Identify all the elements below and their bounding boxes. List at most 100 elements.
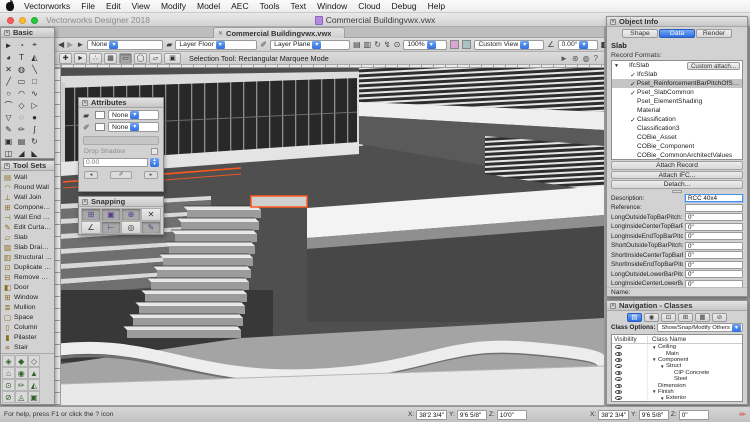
basic-tool-icon[interactable]: ◠ — [15, 87, 28, 99]
field-input[interactable]: 0" — [685, 270, 743, 278]
attr-next-button[interactable]: ▸ — [144, 171, 158, 179]
menu-item[interactable]: Window — [317, 1, 347, 11]
magnifier-icon[interactable]: ⊙ — [394, 40, 401, 50]
basic-tool-icon[interactable]: ◫ — [2, 147, 15, 159]
menu-item[interactable]: Modify — [161, 1, 186, 11]
modebar-icon[interactable]: ? — [594, 54, 598, 63]
menu-item[interactable]: Edit — [106, 1, 121, 11]
y-coordinate-field[interactable]: 9'6 5/8" — [457, 410, 487, 420]
visibility-eye-icon[interactable] — [615, 345, 622, 349]
basic-tool-icon[interactable]: ∿ — [28, 87, 41, 99]
record-format-row[interactable]: ▼ ✓ Material — [612, 106, 742, 115]
basic-tool-icon[interactable]: ● — [28, 111, 41, 123]
close-icon[interactable]: ✕ — [610, 19, 616, 25]
field-input[interactable]: RCC 40x4 — [685, 194, 743, 202]
field-input[interactable]: 0" — [685, 280, 743, 287]
visibility-eye-icon[interactable] — [615, 390, 622, 394]
nav-tab-references-icon[interactable]: ⊘ — [712, 313, 727, 322]
toolset-item[interactable]: ≡ Stair — [1, 342, 54, 352]
object-info-tab[interactable]: Data — [659, 29, 695, 38]
z-coordinate-field[interactable]: 10'0" — [497, 410, 527, 420]
layers-icon[interactable]: ▥ — [364, 40, 372, 50]
snap-toggle-icon[interactable]: ⊞ — [81, 208, 101, 221]
basic-tool-icon[interactable]: ◢ — [15, 147, 28, 159]
basic-tool-icon[interactable]: ► — [2, 39, 15, 51]
field-input[interactable]: 0" — [685, 251, 743, 259]
visibility-eye-icon[interactable] — [615, 364, 622, 368]
toolset-category-icon[interactable]: ✏ — [15, 379, 28, 391]
toolset-category-icon[interactable]: ⌂ — [2, 367, 15, 379]
nav-tab-views-icon[interactable]: ▦ — [695, 313, 710, 322]
nav-tab-sheets-icon[interactable]: ⊞ — [678, 313, 693, 322]
basic-tool-icon[interactable]: □ — [28, 75, 41, 87]
toolset-item[interactable]: ✎ Edit Curtain... — [1, 222, 54, 232]
pen-color-swatch[interactable] — [95, 123, 105, 131]
y-coordinate-field[interactable]: 9'6 5/8" — [639, 410, 669, 420]
toolset-item[interactable]: ⊣ Wall End Cap — [1, 212, 54, 222]
custom-attach-button[interactable]: Custom attach... — [687, 62, 740, 70]
record-format-row[interactable]: ▼ ✓ Pset_SlabCommon — [612, 88, 742, 97]
document-tab[interactable]: ✕ Commercial Buildingvwx.vwx — [213, 27, 345, 38]
record-format-row[interactable]: ▼ ✓ COBie_Asset — [612, 133, 742, 142]
basic-tool-icon[interactable]: ▷ — [28, 99, 41, 111]
basic-tool-icon[interactable]: ✕ — [2, 63, 15, 75]
field-input[interactable] — [685, 204, 743, 212]
close-icon[interactable]: ✕ — [82, 100, 88, 106]
toolset-item[interactable]: ▤ Wall — [1, 172, 54, 182]
toolset-category-icon[interactable]: ◈ — [2, 355, 15, 367]
object-info-header[interactable]: ✕ Object Info — [607, 17, 747, 27]
menu-item[interactable]: Cloud — [358, 1, 380, 11]
toolset-item[interactable]: ▢ Space — [1, 312, 54, 322]
basic-tool-icon[interactable]: ╲ — [28, 63, 41, 75]
toolset-category-icon[interactable]: ◇ — [28, 355, 41, 367]
record-format-row[interactable]: ▼ ✓ Pset_ReinforcementBarPitchOfSlab — [612, 79, 742, 88]
snapping-palette-header[interactable]: ✕ Snapping — [79, 197, 163, 207]
record-format-row[interactable]: ▼ ✓ IfcSlab — [612, 70, 742, 79]
pen-style-dropdown[interactable]: None ▾ — [108, 122, 159, 132]
visibility-eye-icon[interactable] — [615, 396, 622, 400]
basic-tool-icon[interactable]: ∫ — [28, 123, 41, 135]
close-icon[interactable]: ✕ — [610, 303, 616, 309]
toolset-item[interactable]: ⊥ Wall Join — [1, 192, 54, 202]
paint-bucket-icon[interactable]: ▰ — [166, 40, 172, 50]
record-format-row[interactable]: ▼ ✓ COBie_Component — [612, 142, 742, 151]
basic-tool-icon[interactable]: ▽ — [2, 111, 15, 123]
basic-tool-icon[interactable]: ⌒ — [2, 99, 15, 111]
basic-tool-icon[interactable]: ↻ — [28, 135, 41, 147]
menu-item[interactable]: Tools — [260, 1, 280, 11]
toolset-item[interactable]: ≣ Mullion — [1, 302, 54, 312]
basic-tool-icon[interactable]: ○ — [2, 87, 15, 99]
basic-tool-icon[interactable]: ╱ — [2, 75, 15, 87]
snap-toggle-icon[interactable]: ⊢ — [101, 221, 121, 234]
toolset-item[interactable]: ⊞ Component J... — [1, 202, 54, 212]
menu-item[interactable]: File — [81, 1, 95, 11]
snap-toggle-icon[interactable]: ▣ — [101, 208, 121, 221]
basic-tool-icon[interactable]: ◌ — [15, 111, 28, 123]
record-format-row[interactable]: ▼ ✓ Pset_ElementShading — [612, 97, 742, 106]
toolset-category-icon[interactable]: ▣ — [28, 391, 41, 403]
apple-icon[interactable] — [6, 2, 14, 11]
fill-color-swatch[interactable] — [95, 111, 105, 119]
angle-icon[interactable]: ∠ — [547, 40, 554, 50]
fill-swatch[interactable] — [450, 40, 459, 49]
field-input[interactable]: 0" — [685, 213, 743, 221]
menu-item[interactable]: Vectorworks — [24, 1, 70, 11]
modebar-icon[interactable]: ◍ — [583, 54, 590, 63]
basic-tool-icon[interactable]: ✏ — [15, 123, 28, 135]
record-format-row[interactable]: ▼ ✓ COBie_CommonArchitectValues — [612, 151, 742, 160]
basic-tool-icon[interactable]: ◕ — [2, 51, 15, 63]
mode-button[interactable]: ▦ — [104, 53, 117, 64]
toolset-category-icon[interactable]: ⊙ — [2, 379, 15, 391]
nav-tab-viewports-icon[interactable]: ⊡ — [661, 313, 676, 322]
close-icon[interactable]: ✕ — [4, 30, 10, 36]
menu-item[interactable]: Debug — [392, 1, 417, 11]
basic-tool-icon[interactable]: ▭ — [15, 75, 28, 87]
back-arrow-icon[interactable]: ◀ — [58, 40, 64, 50]
toolset-item[interactable]: ⊟ Remove Wall... — [1, 272, 54, 282]
field-input[interactable]: 0" — [685, 223, 743, 231]
snap-toggle-icon[interactable]: ⊕ — [121, 208, 141, 221]
toolset-category-icon[interactable]: ◉ — [15, 367, 28, 379]
visibility-column-header[interactable]: Visibility — [612, 336, 648, 343]
modebar-icon[interactable]: ► — [560, 54, 568, 63]
saved-views-dropdown[interactable]: None ▾ — [87, 40, 163, 50]
